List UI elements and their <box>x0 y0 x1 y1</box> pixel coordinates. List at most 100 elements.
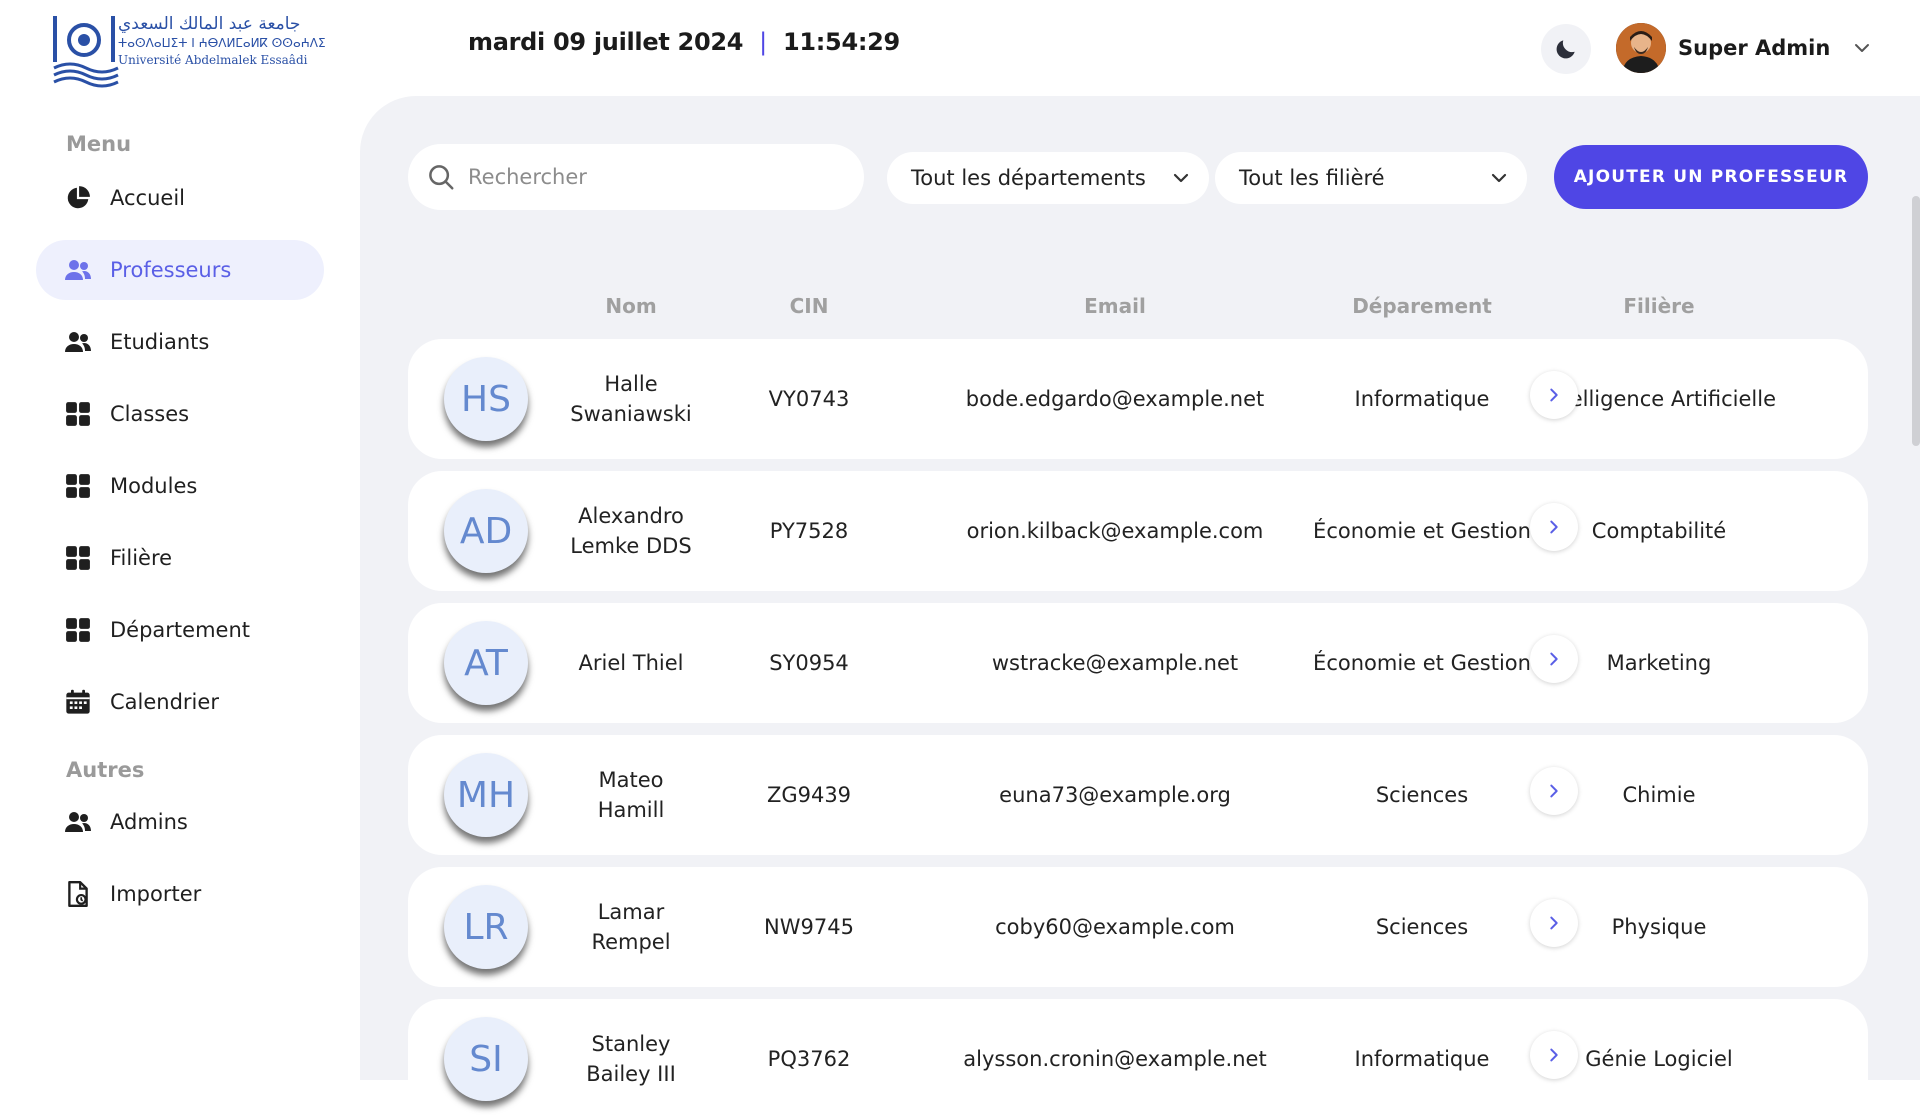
column-header-nom[interactable]: Nom <box>605 294 656 318</box>
professor-cin: NW9745 <box>764 915 854 939</box>
search-icon <box>429 165 454 190</box>
professor-filiere: Physique <box>1611 915 1707 939</box>
sidebar-item-label: Etudiants <box>110 330 210 354</box>
grid-icon <box>64 616 92 644</box>
search-input[interactable] <box>468 165 848 189</box>
filiere-select-value: Tout les filièré <box>1239 166 1385 190</box>
professor-departement: Sciences <box>1375 783 1469 807</box>
column-header-filiere[interactable]: Filière <box>1623 294 1694 318</box>
chevron-right-icon <box>1550 388 1558 402</box>
sidebar-item-label: Filière <box>110 546 173 570</box>
view-details-button[interactable] <box>1530 635 1578 683</box>
professor-cin: ZG9439 <box>766 783 852 807</box>
user-photo-icon <box>1616 23 1666 73</box>
professor-cin: PY7528 <box>769 519 849 543</box>
chevron-right-icon <box>1550 520 1558 534</box>
professor-departement: Informatique <box>1354 1047 1490 1071</box>
professor-departement: Économie et Gestion <box>1313 651 1531 675</box>
chevron-right-icon <box>1550 784 1558 798</box>
sidebar-item-admins[interactable]: Admins <box>36 792 324 852</box>
professor-email: bode.edgardo@example.net <box>965 387 1265 411</box>
sidebar-item-etudiants[interactable]: Etudiants <box>36 312 324 372</box>
professor-cin: VY0743 <box>768 387 850 411</box>
sidebar-item-label: Professeurs <box>110 258 232 282</box>
logo-french-text: Université Abdelmalek Essaâdi <box>118 53 308 67</box>
sidebar-item-classes[interactable]: Classes <box>36 384 324 444</box>
table-row[interactable]: MH Mateo Hamill ZG9439 euna73@example.or… <box>408 735 1868 855</box>
scrollbar[interactable] <box>1912 196 1920 446</box>
grid-icon <box>64 472 92 500</box>
table-row[interactable]: AT Ariel Thiel SY0954 wstracke@example.n… <box>408 603 1868 723</box>
professor-departement: Informatique <box>1354 387 1490 411</box>
view-details-button[interactable] <box>1530 503 1578 551</box>
sidebar-item-label: Admins <box>110 810 188 834</box>
view-details-button[interactable] <box>1530 899 1578 947</box>
current-date: mardi 09 juillet 2024 <box>468 28 744 56</box>
sidebar-item-label: Modules <box>110 474 198 498</box>
department-select[interactable]: Tout les départements <box>887 152 1209 204</box>
university-logo: جامعة عبد المالك السعدي ⵜⴰⵙⴷⴰⵡⵉⵜ ⵏ ⵄⴱⴷⵍⵎ… <box>52 12 326 88</box>
chevron-right-icon <box>1550 1048 1558 1062</box>
sidebar-item-filiere[interactable]: Filière <box>36 528 324 588</box>
logo-emblem-icon <box>53 16 119 88</box>
top-bar: جامعة عبد المالك السعدي ⵜⴰⵙⴷⴰⵡⵉⵜ ⵏ ⵄⴱⴷⵍⵎ… <box>0 0 1920 96</box>
chevron-down-icon <box>1173 173 1189 183</box>
professor-filiere: Génie Logiciel <box>1585 1047 1733 1071</box>
users-icon <box>64 808 92 836</box>
sidebar-item-label: Département <box>110 618 250 642</box>
user-name: Super Admin <box>1678 36 1831 60</box>
chevron-down-icon <box>1491 173 1507 183</box>
avatar: MH <box>444 753 528 837</box>
table-row[interactable]: HS Halle Swaniawski VY0743 bode.edgardo@… <box>408 339 1868 459</box>
professor-name: Ariel Thiel <box>578 651 684 675</box>
sidebar-item-calendrier[interactable]: Calendrier <box>36 672 324 732</box>
professor-email: euna73@example.org <box>999 783 1231 807</box>
calendar-icon <box>64 688 92 716</box>
professor-email: coby60@example.com <box>995 915 1235 939</box>
sidebar-item-professeurs[interactable]: Professeurs <box>36 240 324 300</box>
users-icon <box>64 328 92 356</box>
professor-departement: Économie et Gestion <box>1313 519 1531 543</box>
chevron-right-icon <box>1550 916 1558 930</box>
menu-section-title: Menu <box>66 132 132 156</box>
professor-name: Halle Swaniawski <box>570 372 692 426</box>
sidebar: Menu Accueil Professeurs Etudiants Class… <box>0 96 360 1080</box>
grid-icon <box>64 400 92 428</box>
avatar: HS <box>444 357 528 441</box>
column-header-departement[interactable]: Déparement <box>1352 294 1492 318</box>
view-details-button[interactable] <box>1530 1031 1578 1079</box>
professor-name: Lamar Rempel <box>591 900 671 954</box>
professor-name: Stanley Bailey III <box>586 1032 676 1086</box>
professor-filiere: Chimie <box>1622 783 1696 807</box>
search-box[interactable] <box>408 144 864 210</box>
column-header-cin[interactable]: CIN <box>790 294 829 318</box>
sidebar-item-accueil[interactable]: Accueil <box>36 168 324 228</box>
sidebar-item-importer[interactable]: Importer <box>36 864 324 924</box>
grid-icon <box>64 544 92 572</box>
professor-filiere: Comptabilité <box>1591 519 1727 543</box>
table-row[interactable]: AD Alexandro Lemke DDS PY7528 orion.kilb… <box>408 471 1868 591</box>
table-row[interactable]: SI Stanley Bailey III PQ3762 alysson.cro… <box>408 999 1868 1119</box>
table-header: Nom CIN Email Déparement Filière <box>408 294 1868 324</box>
date-time-separator: | <box>759 28 767 56</box>
professor-name: Mateo Hamill <box>597 768 665 822</box>
current-time: 11:54:29 <box>782 28 900 56</box>
chevron-down-icon[interactable] <box>1852 38 1872 58</box>
sidebar-item-label: Classes <box>110 402 190 426</box>
user-menu[interactable]: Super Admin <box>1616 22 1872 74</box>
user-avatar <box>1616 23 1666 73</box>
add-professor-button[interactable]: AJOUTER UN PROFESSEUR <box>1554 145 1868 209</box>
sidebar-item-label: Calendrier <box>110 690 219 714</box>
column-header-email[interactable]: Email <box>1084 294 1146 318</box>
filiere-select[interactable]: Tout les filièré <box>1215 152 1527 204</box>
professor-cin: PQ3762 <box>767 1047 851 1071</box>
view-details-button[interactable] <box>1530 371 1578 419</box>
dark-mode-toggle[interactable] <box>1541 24 1591 74</box>
professor-departement: Sciences <box>1375 915 1469 939</box>
sidebar-item-departement[interactable]: Département <box>36 600 324 660</box>
professor-filiere: Marketing <box>1606 651 1712 675</box>
table-row[interactable]: LR Lamar Rempel NW9745 coby60@example.co… <box>408 867 1868 987</box>
sidebar-item-modules[interactable]: Modules <box>36 456 324 516</box>
view-details-button[interactable] <box>1530 767 1578 815</box>
department-select-value: Tout les départements <box>911 166 1146 190</box>
